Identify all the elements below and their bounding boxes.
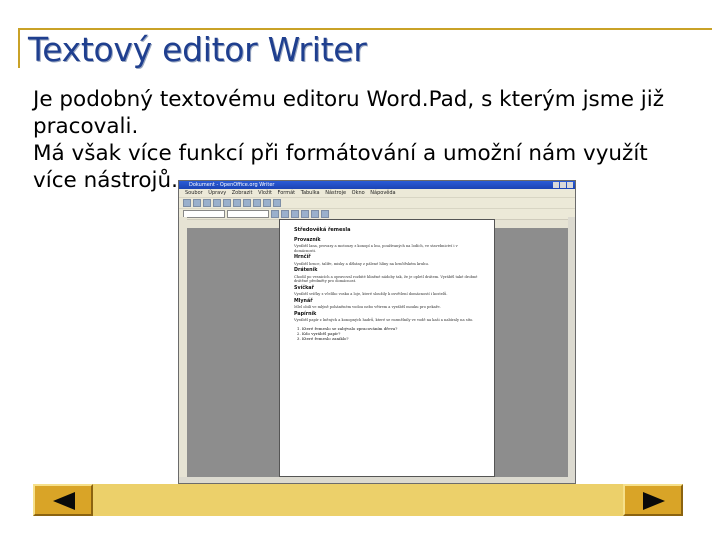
window-controls	[553, 182, 573, 188]
screenshot-vertical-scrollbar	[568, 217, 575, 477]
section-heading: Svíčkař	[294, 285, 314, 291]
document-section: Provazník Vyráběl lana, provazy a motouzy…	[294, 237, 480, 254]
document-section: Mlynář Mlel obilí ve mlýně poháněném vodo…	[294, 298, 480, 310]
section-heading: Dráteník	[294, 268, 318, 273]
open-icon	[193, 199, 201, 207]
maximize-icon	[560, 182, 566, 188]
section-text: Vyráběl svíčky z včelího vosku a loje, k…	[294, 292, 448, 296]
screenshot-toolbar-standard	[179, 197, 575, 208]
redo-icon	[263, 199, 271, 207]
screenshot-horizontal-scrollbar	[179, 477, 575, 483]
font-select	[227, 210, 269, 218]
slide-title: Textový editor Writer	[28, 30, 367, 69]
bold-icon	[271, 210, 279, 218]
table-icon	[273, 199, 281, 207]
writer-screenshot: Dokument - OpenOffice.org Writer Soubor …	[178, 180, 576, 484]
section-heading: Mlynář	[294, 298, 313, 304]
body-paragraph-1: Je podobný textovému editoru Word.Pad, s…	[33, 87, 664, 139]
italic-icon	[281, 210, 289, 218]
screenshot-left-ruler	[179, 217, 187, 477]
minimize-icon	[553, 182, 559, 188]
previous-slide-button[interactable]	[33, 484, 93, 516]
section-heading: Provazník	[294, 237, 321, 243]
align-center-icon	[311, 210, 319, 218]
style-select	[183, 210, 225, 218]
cut-icon	[223, 199, 231, 207]
document-page: Středověká řemesla Provazník Vyráběl lana…	[279, 219, 495, 477]
close-icon	[567, 182, 573, 188]
screenshot-menubar: Soubor Úpravy Zobrazit Vložit Formát Tab…	[179, 189, 575, 197]
section-text: Mlel obilí ve mlýně poháněném vodou nebo…	[294, 305, 441, 309]
section-text: Vyráběl lana, provazy a motouzy z konopí…	[294, 244, 458, 253]
align-left-icon	[301, 210, 309, 218]
section-text: Vyráběl papír z lněných a konopných hadr…	[294, 318, 474, 322]
triangle-left-icon	[53, 492, 75, 510]
print-icon	[213, 199, 221, 207]
document-section: Hrnčíř Vyráběl hrnce, talíře, misky a džb…	[294, 255, 480, 266]
screenshot-window-title: Dokument - OpenOffice.org Writer	[189, 182, 275, 188]
align-right-icon	[321, 210, 329, 218]
slide-body: Je podobný textovému editoru Word.Pad, s…	[33, 86, 693, 194]
document-title: Středověká řemesla	[294, 227, 351, 233]
copy-icon	[233, 199, 241, 207]
section-heading: Papírník	[294, 311, 317, 317]
triangle-right-icon	[643, 492, 665, 510]
undo-icon	[253, 199, 261, 207]
document-section: Dráteník Chodil po vesnicích a opravoval …	[294, 268, 480, 284]
paste-icon	[243, 199, 251, 207]
document-section: Papírník Vyráběl papír z lněných a konopn…	[294, 311, 480, 323]
next-slide-button[interactable]	[623, 484, 683, 516]
section-text: Vyráběl hrnce, talíře, misky a džbány z …	[294, 261, 429, 266]
list-item: Které řemeslo zaniklo?	[302, 336, 480, 341]
new-icon	[183, 199, 191, 207]
underline-icon	[291, 210, 299, 218]
document-section: Svíčkař Vyráběl svíčky z včelího vosku a …	[294, 285, 480, 297]
document-question-list: Které řemeslo se zabývalo zpracováním dř…	[302, 326, 480, 341]
save-icon	[203, 199, 211, 207]
section-heading: Hrnčíř	[294, 255, 311, 260]
screenshot-titlebar: Dokument - OpenOffice.org Writer	[179, 181, 575, 189]
section-text: Chodil po vesnicích a opravoval rozbité …	[294, 274, 478, 284]
title-frame-corner	[18, 28, 20, 68]
screenshot-toolbar-format	[179, 208, 575, 219]
navigation-bar	[33, 484, 683, 516]
